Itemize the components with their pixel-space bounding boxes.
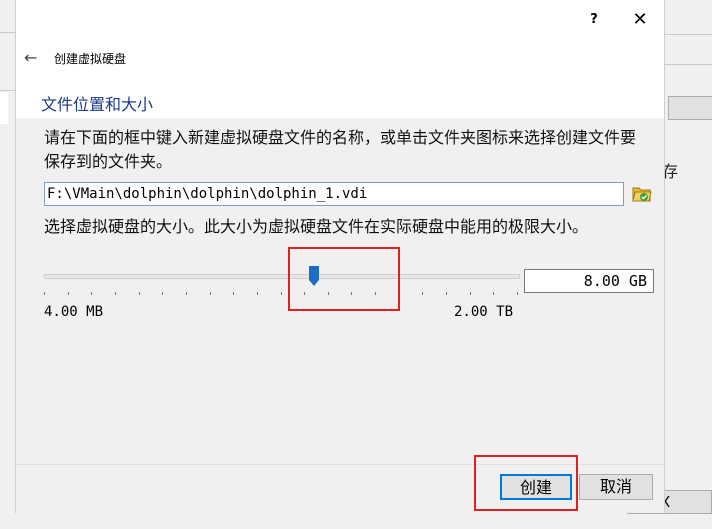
location-description: 请在下面的框中键入新建虚拟硬盘文件的名称，或单击文件夹图标来选择创建文件要保存到… — [44, 128, 637, 171]
slider-tick — [304, 292, 305, 295]
slider-tick — [115, 292, 116, 295]
slider-tick — [91, 292, 92, 295]
content-panel: 请在下面的框中键入新建虚拟硬盘文件的名称，或单击文件夹图标来选择创建文件要保存到… — [16, 118, 664, 464]
slider-tick — [139, 292, 140, 295]
background-left-window — [0, 0, 16, 529]
slider-tick — [493, 292, 494, 295]
size-description: 选择虚拟硬盘的大小。此大小为虚拟硬盘文件在实际硬盘中能用的极限大小。 — [44, 217, 589, 236]
slider-track — [44, 274, 520, 279]
background-divider — [0, 32, 16, 33]
slider-tick — [328, 292, 329, 295]
size-max-label: 2.00 TB — [454, 304, 514, 320]
slider-tick — [44, 292, 45, 295]
help-icon[interactable]: ? — [576, 8, 612, 32]
background-divider — [664, 34, 712, 35]
create-virtual-disk-dialog: ? ✕ ← 创建虚拟硬盘 文件位置和大小 请在下面的框中键入新建虚拟硬盘文件的名… — [16, 0, 664, 513]
size-input[interactable]: 8.00 GB — [524, 269, 654, 293]
background-panel — [0, 92, 8, 124]
slider-tick — [281, 292, 282, 295]
back-arrow-icon[interactable]: ← — [24, 48, 37, 67]
slider-tick — [162, 292, 163, 295]
slider-tick — [186, 292, 187, 295]
background-divider — [664, 64, 712, 65]
close-icon[interactable]: ✕ — [622, 8, 658, 32]
slider-tick — [399, 292, 400, 295]
file-path-input[interactable]: F:\VMain\dolphin\dolphin\dolphin_1.vdi — [44, 182, 624, 206]
size-slider[interactable] — [44, 266, 520, 306]
slider-tick — [210, 292, 211, 295]
slider-tick — [257, 292, 258, 295]
background-field — [668, 96, 712, 120]
background-right-window — [664, 0, 712, 529]
section-title: 文件位置和大小 — [41, 95, 154, 114]
slider-tick — [68, 292, 69, 295]
slider-tick — [517, 292, 518, 295]
cancel-button[interactable]: 取消 — [579, 474, 653, 500]
slider-tick — [351, 292, 352, 295]
background-divider — [0, 90, 16, 91]
wizard-title: 创建虚拟硬盘 — [54, 52, 127, 66]
slider-tick — [422, 292, 423, 295]
slider-thumb[interactable] — [309, 266, 319, 286]
slider-tick — [446, 292, 447, 295]
folder-open-icon[interactable] — [632, 184, 652, 204]
size-min-label: 4.00 MB — [44, 304, 104, 320]
create-button[interactable]: 创建 — [500, 474, 572, 500]
slider-tick — [375, 292, 376, 295]
background-save-text: 存 — [662, 162, 679, 181]
slider-tick — [470, 292, 471, 295]
slider-tick — [233, 292, 234, 295]
